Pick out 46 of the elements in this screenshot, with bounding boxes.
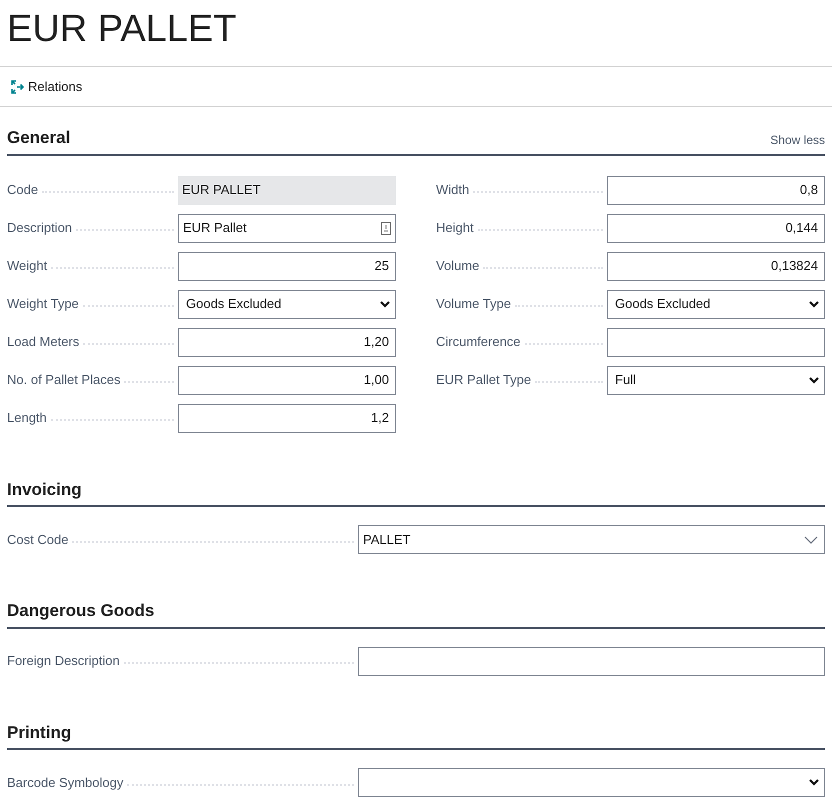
relations-icon xyxy=(10,78,24,94)
field-label: Width xyxy=(436,181,470,200)
chevron-down-icon xyxy=(804,536,818,544)
field-label: Weight Type xyxy=(7,295,80,314)
number-field[interactable]: 0,144 xyxy=(607,214,825,242)
relations-button[interactable]: Relations xyxy=(10,76,82,96)
text-field[interactable] xyxy=(358,646,825,676)
dropdown-field[interactable] xyxy=(358,768,825,797)
field-label: Height xyxy=(436,219,475,238)
chevron-down-icon xyxy=(809,300,819,308)
field-label: Code xyxy=(7,181,40,200)
number-field[interactable]: 25 xyxy=(178,252,396,280)
field-label: Load Meters xyxy=(7,333,80,352)
chevron-down-icon xyxy=(809,376,819,384)
number-field[interactable]: 1,2 xyxy=(178,404,396,432)
number-field[interactable] xyxy=(607,328,825,356)
field-label: Length xyxy=(7,409,48,428)
field-label: EUR Pallet Type xyxy=(436,371,532,390)
dropdown-field[interactable]: Goods Excluded xyxy=(178,290,396,318)
code-field: EUR PALLET xyxy=(178,176,396,204)
field-label: Cost Code xyxy=(7,530,70,549)
field-label: Volume xyxy=(436,257,480,276)
number-field[interactable]: 1,20 xyxy=(178,328,396,356)
field-label: Circumference xyxy=(436,333,522,352)
section-heading: Invoicing xyxy=(7,478,82,501)
number-field[interactable]: 1,00 xyxy=(178,366,396,394)
field-label: Foreign Description xyxy=(7,652,121,670)
dropdown-field[interactable]: Full xyxy=(607,366,825,394)
page-title: EUR PALLET xyxy=(7,7,238,52)
chevron-down-icon xyxy=(809,779,819,786)
lookup-field[interactable]: PALLET xyxy=(358,525,825,554)
field-label: Description xyxy=(7,219,74,238)
show-less-link[interactable]: Show less xyxy=(770,130,825,150)
field-label: Barcode Symbology xyxy=(7,774,124,792)
assist-edit-icon xyxy=(381,222,391,234)
section-heading: Dangerous Goods xyxy=(7,600,154,622)
field-label: Weight xyxy=(7,257,48,276)
section-heading: General xyxy=(7,127,70,149)
dropdown-field[interactable]: Goods Excluded xyxy=(607,290,825,318)
field-label: No. of Pallet Places xyxy=(7,371,122,390)
text-field[interactable]: EUR Pallet xyxy=(178,214,396,242)
number-field[interactable]: 0,8 xyxy=(607,176,825,204)
field-label: Volume Type xyxy=(436,295,512,314)
number-field[interactable]: 0,13824 xyxy=(607,252,825,280)
section-heading: Printing xyxy=(7,722,72,744)
chevron-down-icon xyxy=(380,300,390,308)
